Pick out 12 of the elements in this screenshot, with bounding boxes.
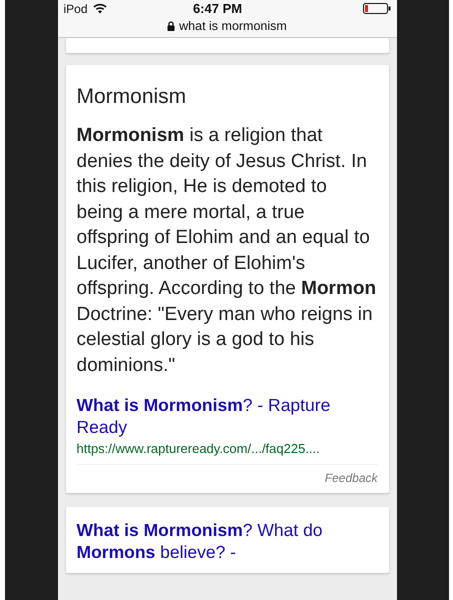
feedback-link[interactable]: Feedback [324,471,378,485]
answer-title: Mormonism [76,85,188,109]
result-link[interactable]: What is Mormonism? What do Mormons believe? - [76,519,378,563]
wifi-icon [92,3,107,14]
source-link[interactable]: What is Mormonism? - Rapture Ready [76,394,378,438]
carrier-label: iPod [64,2,88,16]
lock-icon [167,21,176,31]
source-url: https://www.raptureready.com/.../faq225.... [76,441,321,458]
clock-time: 6:47 PM [192,1,244,16]
answer-text: Mormonism is a religion that denies the deity of Jesus Christ. In this religion, He is demoted to being a mere mortal, a true offspring of Elohim and an equal to Lucifer, another of Elohim's offspring. According to the Mormon Doctrine: "Every man who reigns in celestial glory is a god to his dominions." [76,124,378,378]
address-text[interactable]: what is mormonism [179,19,287,33]
battery-icon [362,3,390,14]
